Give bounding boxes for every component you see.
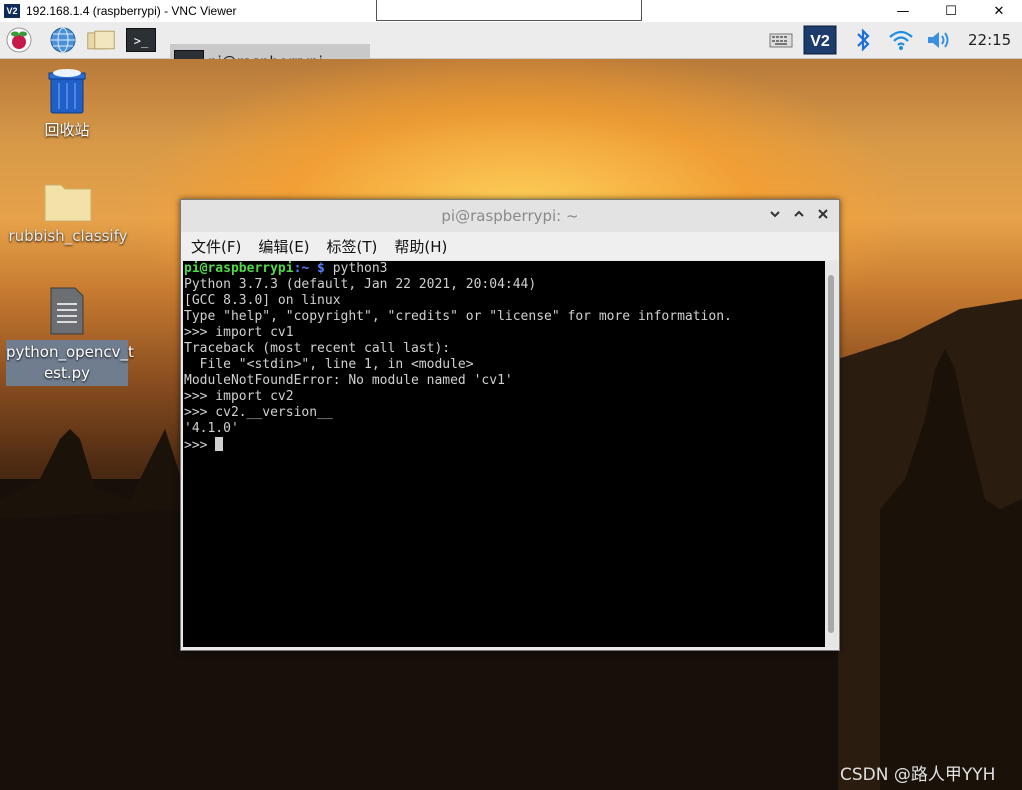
text-cursor bbox=[215, 437, 224, 451]
raspberry-pi-menu-icon[interactable] bbox=[4, 26, 34, 54]
scrollbar-thumb[interactable] bbox=[828, 275, 834, 633]
command-text: python3 bbox=[324, 261, 388, 276]
bluetooth-icon[interactable] bbox=[848, 26, 878, 54]
svg-text:V2: V2 bbox=[810, 33, 830, 50]
terminal-line: pi@raspberrypi:~ $ python3 bbox=[183, 261, 825, 277]
terminal-line: Traceback (most recent call last): bbox=[184, 341, 451, 356]
terminal-line: Python 3.7.3 (default, Jan 22 2021, 20:0… bbox=[184, 277, 537, 292]
terminal-title: pi@raspberrypi: ~ bbox=[441, 207, 579, 225]
terminal-scrollbar[interactable] bbox=[825, 261, 837, 647]
vnc-server-icon[interactable]: V2 bbox=[802, 25, 838, 55]
chevron-up-icon[interactable] bbox=[791, 208, 807, 223]
text-file-icon bbox=[50, 287, 84, 335]
close-button[interactable]: ✕ bbox=[976, 0, 1022, 22]
file-manager-icon[interactable] bbox=[86, 26, 116, 54]
terminal-window: pi@raspberrypi: ~ 文件(F) 编辑(E) 标签(T) 帮助(H… bbox=[180, 199, 840, 651]
terminal-icon[interactable]: >_ bbox=[126, 26, 156, 54]
prompt-user: pi@raspberrypi bbox=[184, 261, 294, 276]
keyboard-icon[interactable] bbox=[766, 26, 796, 54]
vnc-title-bar: V2 192.168.1.4 (raspberrypi) - VNC Viewe… bbox=[0, 0, 1022, 23]
pi-taskbar: >_ >_ pi@raspberrypi: ~ V2 22:15 bbox=[0, 22, 1022, 80]
terminal-line: >>> bbox=[183, 437, 825, 454]
desktop-icon-label-selected: python_opencv_t est.py bbox=[6, 340, 134, 386]
vnc-logo-icon: V2 bbox=[4, 4, 20, 18]
menu-help[interactable]: 帮助(H) bbox=[394, 236, 447, 257]
watermark: CSDN @路人甲YYH bbox=[840, 765, 996, 785]
desktop-icon-trash[interactable]: 回收站 bbox=[35, 67, 99, 140]
volume-icon[interactable] bbox=[924, 26, 954, 54]
vnc-window-title: 192.168.1.4 (raspberrypi) - VNC Viewer bbox=[26, 4, 237, 18]
vnc-toolbar-handle[interactable] bbox=[376, 0, 642, 21]
chevron-down-icon[interactable] bbox=[767, 208, 783, 223]
terminal-line: File "<stdin>", line 1, in <module> bbox=[184, 357, 474, 372]
close-icon[interactable] bbox=[815, 208, 831, 223]
wifi-icon[interactable] bbox=[886, 26, 916, 54]
terminal-line: >>> import cv1 bbox=[184, 325, 294, 340]
menu-tabs[interactable]: 标签(T) bbox=[327, 236, 378, 257]
menu-file[interactable]: 文件(F) bbox=[191, 236, 241, 257]
clock: 22:15 bbox=[968, 31, 1012, 49]
terminal-line: >>> import cv2 bbox=[184, 389, 294, 404]
terminal-line: [GCC 8.3.0] on linux bbox=[184, 293, 341, 308]
terminal-title-bar[interactable]: pi@raspberrypi: ~ bbox=[181, 200, 839, 232]
terminal-line: '4.1.0' bbox=[184, 421, 239, 436]
menu-edit[interactable]: 编辑(E) bbox=[258, 236, 309, 257]
web-browser-icon[interactable] bbox=[48, 26, 78, 54]
folder-icon bbox=[44, 184, 92, 222]
desktop-icon-folder[interactable]: rubbish_classify bbox=[6, 179, 130, 245]
desktop-icon-label: rubbish_classify bbox=[8, 227, 128, 245]
minimize-button[interactable]: — bbox=[880, 0, 926, 22]
desktop-icon-label: 回收站 bbox=[44, 121, 90, 139]
terminal-output[interactable]: pi@raspberrypi:~ $ python3 Python 3.7.3 … bbox=[183, 261, 825, 647]
terminal-line: ModuleNotFoundError: No module named 'cv… bbox=[184, 373, 513, 388]
trash-icon bbox=[48, 69, 86, 114]
maximize-button[interactable]: ☐ bbox=[928, 0, 974, 22]
terminal-menu-bar: 文件(F) 编辑(E) 标签(T) 帮助(H) bbox=[181, 232, 839, 260]
terminal-line: >>> cv2.__version__ bbox=[184, 405, 333, 420]
python-prompt: >>> bbox=[184, 438, 216, 453]
prompt-path: :~ $ bbox=[293, 261, 325, 276]
terminal-line: Type "help", "copyright", "credits" or "… bbox=[184, 309, 732, 324]
desktop-icon-file[interactable]: python_opencv_t est.py bbox=[6, 286, 134, 386]
